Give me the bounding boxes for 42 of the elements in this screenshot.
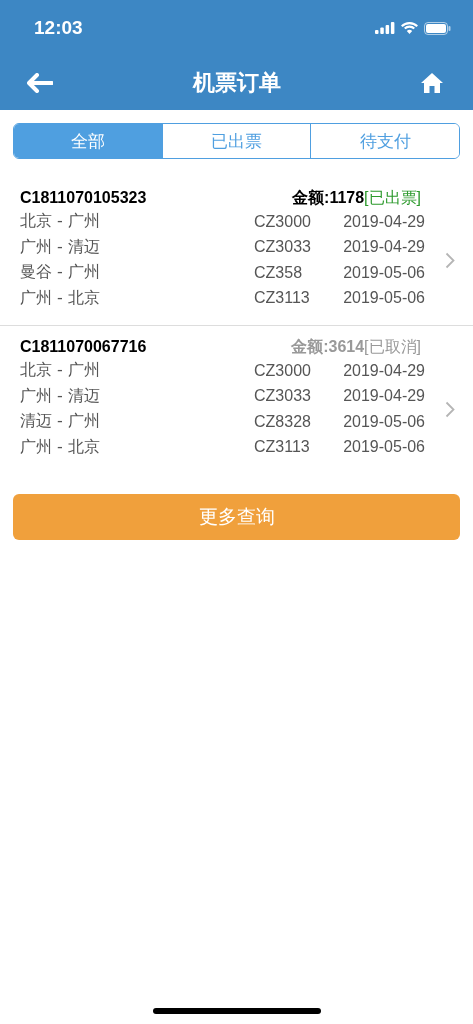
wifi-icon xyxy=(401,22,418,34)
chevron-right-icon[interactable] xyxy=(445,400,455,418)
flight-number: CZ3113 xyxy=(254,289,311,308)
route-text: 广州 - 清迈 xyxy=(20,385,101,407)
flight-number: CZ3000 xyxy=(254,361,312,380)
flight-date: 2019-04-29 xyxy=(342,361,425,380)
route-text: 北京 - 广州 xyxy=(20,360,101,382)
back-icon[interactable] xyxy=(27,73,53,93)
flight-number: CZ3000 xyxy=(254,212,312,231)
filter-tab[interactable]: 待支付 xyxy=(310,124,459,158)
page-title: 机票订单 xyxy=(192,69,281,97)
order-number: C1811070067716 xyxy=(20,338,148,356)
flight-number: CZ3033 xyxy=(254,238,312,257)
route-text: 广州 - 清迈 xyxy=(20,236,101,258)
order-amount: 金额:1178 xyxy=(292,187,365,208)
home-icon[interactable] xyxy=(420,72,444,94)
flight-date: 2019-04-29 xyxy=(342,212,425,231)
flight-date: 2019-04-29 xyxy=(342,238,425,257)
flight-number: CZ358 xyxy=(254,263,304,282)
flight-date: 2019-04-29 xyxy=(342,387,425,406)
signal-icon xyxy=(375,22,395,34)
order-status: [已取消] xyxy=(364,336,421,357)
battery-icon xyxy=(424,21,451,35)
route-text: 曼谷 - 广州 xyxy=(20,262,101,284)
flight-number: CZ8328 xyxy=(254,412,312,431)
flight-number: CZ3033 xyxy=(254,387,312,406)
route-text: 广州 - 北京 xyxy=(20,287,101,309)
route-text: 北京 - 广州 xyxy=(20,211,101,233)
chevron-right-icon[interactable] xyxy=(445,251,455,269)
flight-date: 2019-05-06 xyxy=(342,438,425,457)
flight-date: 2019-05-06 xyxy=(342,289,425,308)
order-amount: 金额:3614 xyxy=(291,336,365,357)
filter-tab[interactable]: 全部 xyxy=(14,124,162,158)
route-text: 广州 - 北京 xyxy=(20,436,101,458)
flight-number: CZ3113 xyxy=(254,438,311,457)
flight-date: 2019-05-06 xyxy=(342,263,425,282)
flight-date: 2019-05-06 xyxy=(342,412,425,431)
order-status: [已出票] xyxy=(364,187,421,208)
route-text: 清迈 - 广州 xyxy=(20,411,101,433)
status-time: 12:03 xyxy=(34,17,83,39)
more-query-button[interactable]: 更多查询 xyxy=(13,494,460,540)
order-number: C1811070105323 xyxy=(20,189,148,207)
